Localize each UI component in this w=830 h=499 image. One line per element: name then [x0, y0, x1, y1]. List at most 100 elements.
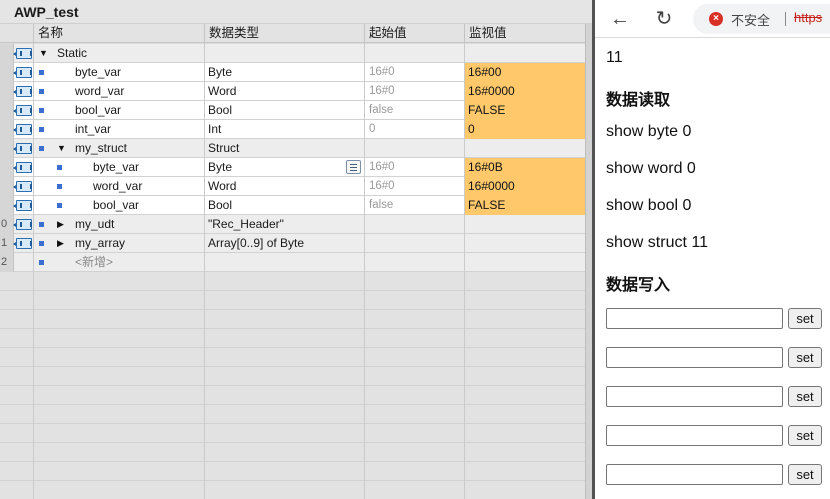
row-start-value[interactable]: false [369, 101, 393, 120]
vertical-scrollbar[interactable] [585, 24, 592, 499]
row-gutter [0, 177, 14, 196]
set-button-2[interactable]: set [788, 347, 822, 368]
write-input-5[interactable] [606, 464, 783, 485]
set-button-4[interactable]: set [788, 425, 822, 446]
set-button-1[interactable]: set [788, 308, 822, 329]
row-start-value[interactable]: false [369, 196, 393, 215]
table-row[interactable]: 1 ▶ my_array Array[0..9] of Byte [0, 234, 592, 253]
table-row[interactable]: ▼ Static [0, 44, 592, 63]
empty-row [0, 481, 592, 499]
column-header-name[interactable]: 名称 [33, 24, 204, 43]
set-button-3[interactable]: set [788, 386, 822, 407]
row-gutter [0, 120, 14, 139]
column-divider [364, 43, 365, 499]
table-row[interactable]: word_var Word 16#0 16#0000 [0, 82, 592, 101]
row-datatype[interactable]: Word [208, 82, 236, 101]
interface-icon [13, 48, 32, 59]
row-monitor-value: 16#0000 [464, 177, 585, 196]
table-row-add-new[interactable]: 2 <新增> [0, 253, 592, 272]
row-start-value[interactable]: 16#0 [369, 158, 395, 177]
variable-icon [57, 165, 62, 170]
row-datatype[interactable]: Byte [208, 63, 232, 82]
row-gutter [0, 196, 14, 215]
url-text[interactable]: https [794, 10, 822, 25]
row-datatype[interactable]: "Rec_Header" [208, 215, 284, 234]
row-gutter: 1 [0, 234, 14, 253]
interface-icon [13, 219, 32, 230]
table-row[interactable]: byte_var Byte 16#0 16#0B [0, 158, 592, 177]
row-name[interactable]: my_struct [75, 139, 127, 158]
expand-icon[interactable]: ▶ [57, 219, 64, 229]
row-name[interactable]: word_var [93, 177, 142, 196]
write-input-2[interactable] [606, 347, 783, 368]
row-datatype[interactable]: Byte [208, 158, 232, 177]
expand-icon[interactable]: ▶ [57, 238, 64, 248]
row-name[interactable]: int_var [75, 120, 111, 139]
row-name[interactable]: byte_var [93, 158, 139, 177]
collapse-icon[interactable]: ▼ [39, 48, 48, 58]
insecure-label: 不安全 [731, 13, 771, 28]
row-datatype[interactable]: Word [208, 177, 236, 196]
row-start-value[interactable]: 16#0 [369, 177, 395, 196]
read-heading: 数据读取 [606, 92, 671, 109]
row-gutter [0, 139, 14, 158]
collapse-icon[interactable]: ▼ [57, 143, 66, 153]
gutter-header [0, 24, 14, 43]
empty-row [0, 329, 592, 348]
datatype-list-icon[interactable] [346, 160, 361, 174]
empty-row [0, 443, 592, 462]
row-name[interactable]: bool_var [75, 101, 121, 120]
column-header-start-value[interactable]: 起始值 [364, 24, 464, 43]
column-divider [33, 43, 34, 499]
table-row[interactable]: byte_var Byte 16#0 16#00 [0, 63, 592, 82]
table-row[interactable]: bool_var Bool false FALSE [0, 101, 592, 120]
write-input-4[interactable] [606, 425, 783, 446]
empty-row [0, 367, 592, 386]
table-row[interactable]: ▼ my_struct Struct [0, 139, 592, 158]
write-input-1[interactable] [606, 308, 783, 329]
interface-icon [13, 86, 32, 97]
row-datatype[interactable]: Struct [208, 139, 239, 158]
row-gutter [0, 158, 14, 177]
empty-row [0, 348, 592, 367]
table-header: 名称 数据类型 起始值 监视值 [0, 24, 592, 43]
address-bar[interactable]: × 不安全 https [693, 4, 830, 34]
table-row[interactable]: word_var Word 16#0 16#0000 [0, 177, 592, 196]
column-header-monitor-value[interactable]: 监视值 [464, 24, 585, 43]
row-datatype[interactable]: Array[0..9] of Byte [208, 234, 304, 253]
write-input-3[interactable] [606, 386, 783, 407]
add-new-row[interactable]: <新增> [75, 253, 113, 272]
back-arrow-icon[interactable]: ← [609, 8, 631, 30]
table-row[interactable]: int_var Int 0 0 [0, 120, 592, 139]
row-monitor-value: 16#0000 [464, 82, 585, 101]
set-button-5[interactable]: set [788, 464, 822, 485]
variable-icon [39, 108, 44, 113]
row-start-value[interactable]: 0 [369, 120, 375, 139]
table-row[interactable]: bool_var Bool false FALSE [0, 196, 592, 215]
row-name[interactable]: bool_var [93, 196, 139, 215]
row-gutter [0, 101, 14, 120]
row-start-value[interactable]: 16#0 [369, 63, 395, 82]
row-start-value[interactable]: 16#0 [369, 82, 395, 101]
row-gutter: 2 [0, 253, 14, 272]
row-name[interactable]: my_udt [75, 215, 114, 234]
column-header-datatype[interactable]: 数据类型 [204, 24, 364, 43]
row-name[interactable]: byte_var [75, 63, 121, 82]
reload-icon[interactable]: ↻ [653, 8, 675, 30]
row-datatype[interactable]: Bool [208, 196, 232, 215]
variable-icon [39, 127, 44, 132]
browser-toolbar: ← ↻ × 不安全 https [595, 0, 830, 38]
show-struct-text: show struct 11 [606, 234, 708, 251]
table-row[interactable]: 0 ▶ my_udt "Rec_Header" [0, 215, 592, 234]
empty-row [0, 291, 592, 310]
tia-portal-db-editor: AWP_test 名称 数据类型 起始值 监视值 ▼ Static byte_v… [0, 0, 592, 499]
row-name[interactable]: Static [57, 44, 87, 63]
address-separator [785, 12, 786, 26]
empty-row [0, 405, 592, 424]
empty-row [0, 462, 592, 481]
row-gutter [0, 82, 14, 101]
row-datatype[interactable]: Bool [208, 101, 232, 120]
row-name[interactable]: word_var [75, 82, 124, 101]
row-name[interactable]: my_array [75, 234, 125, 253]
row-datatype[interactable]: Int [208, 120, 221, 139]
